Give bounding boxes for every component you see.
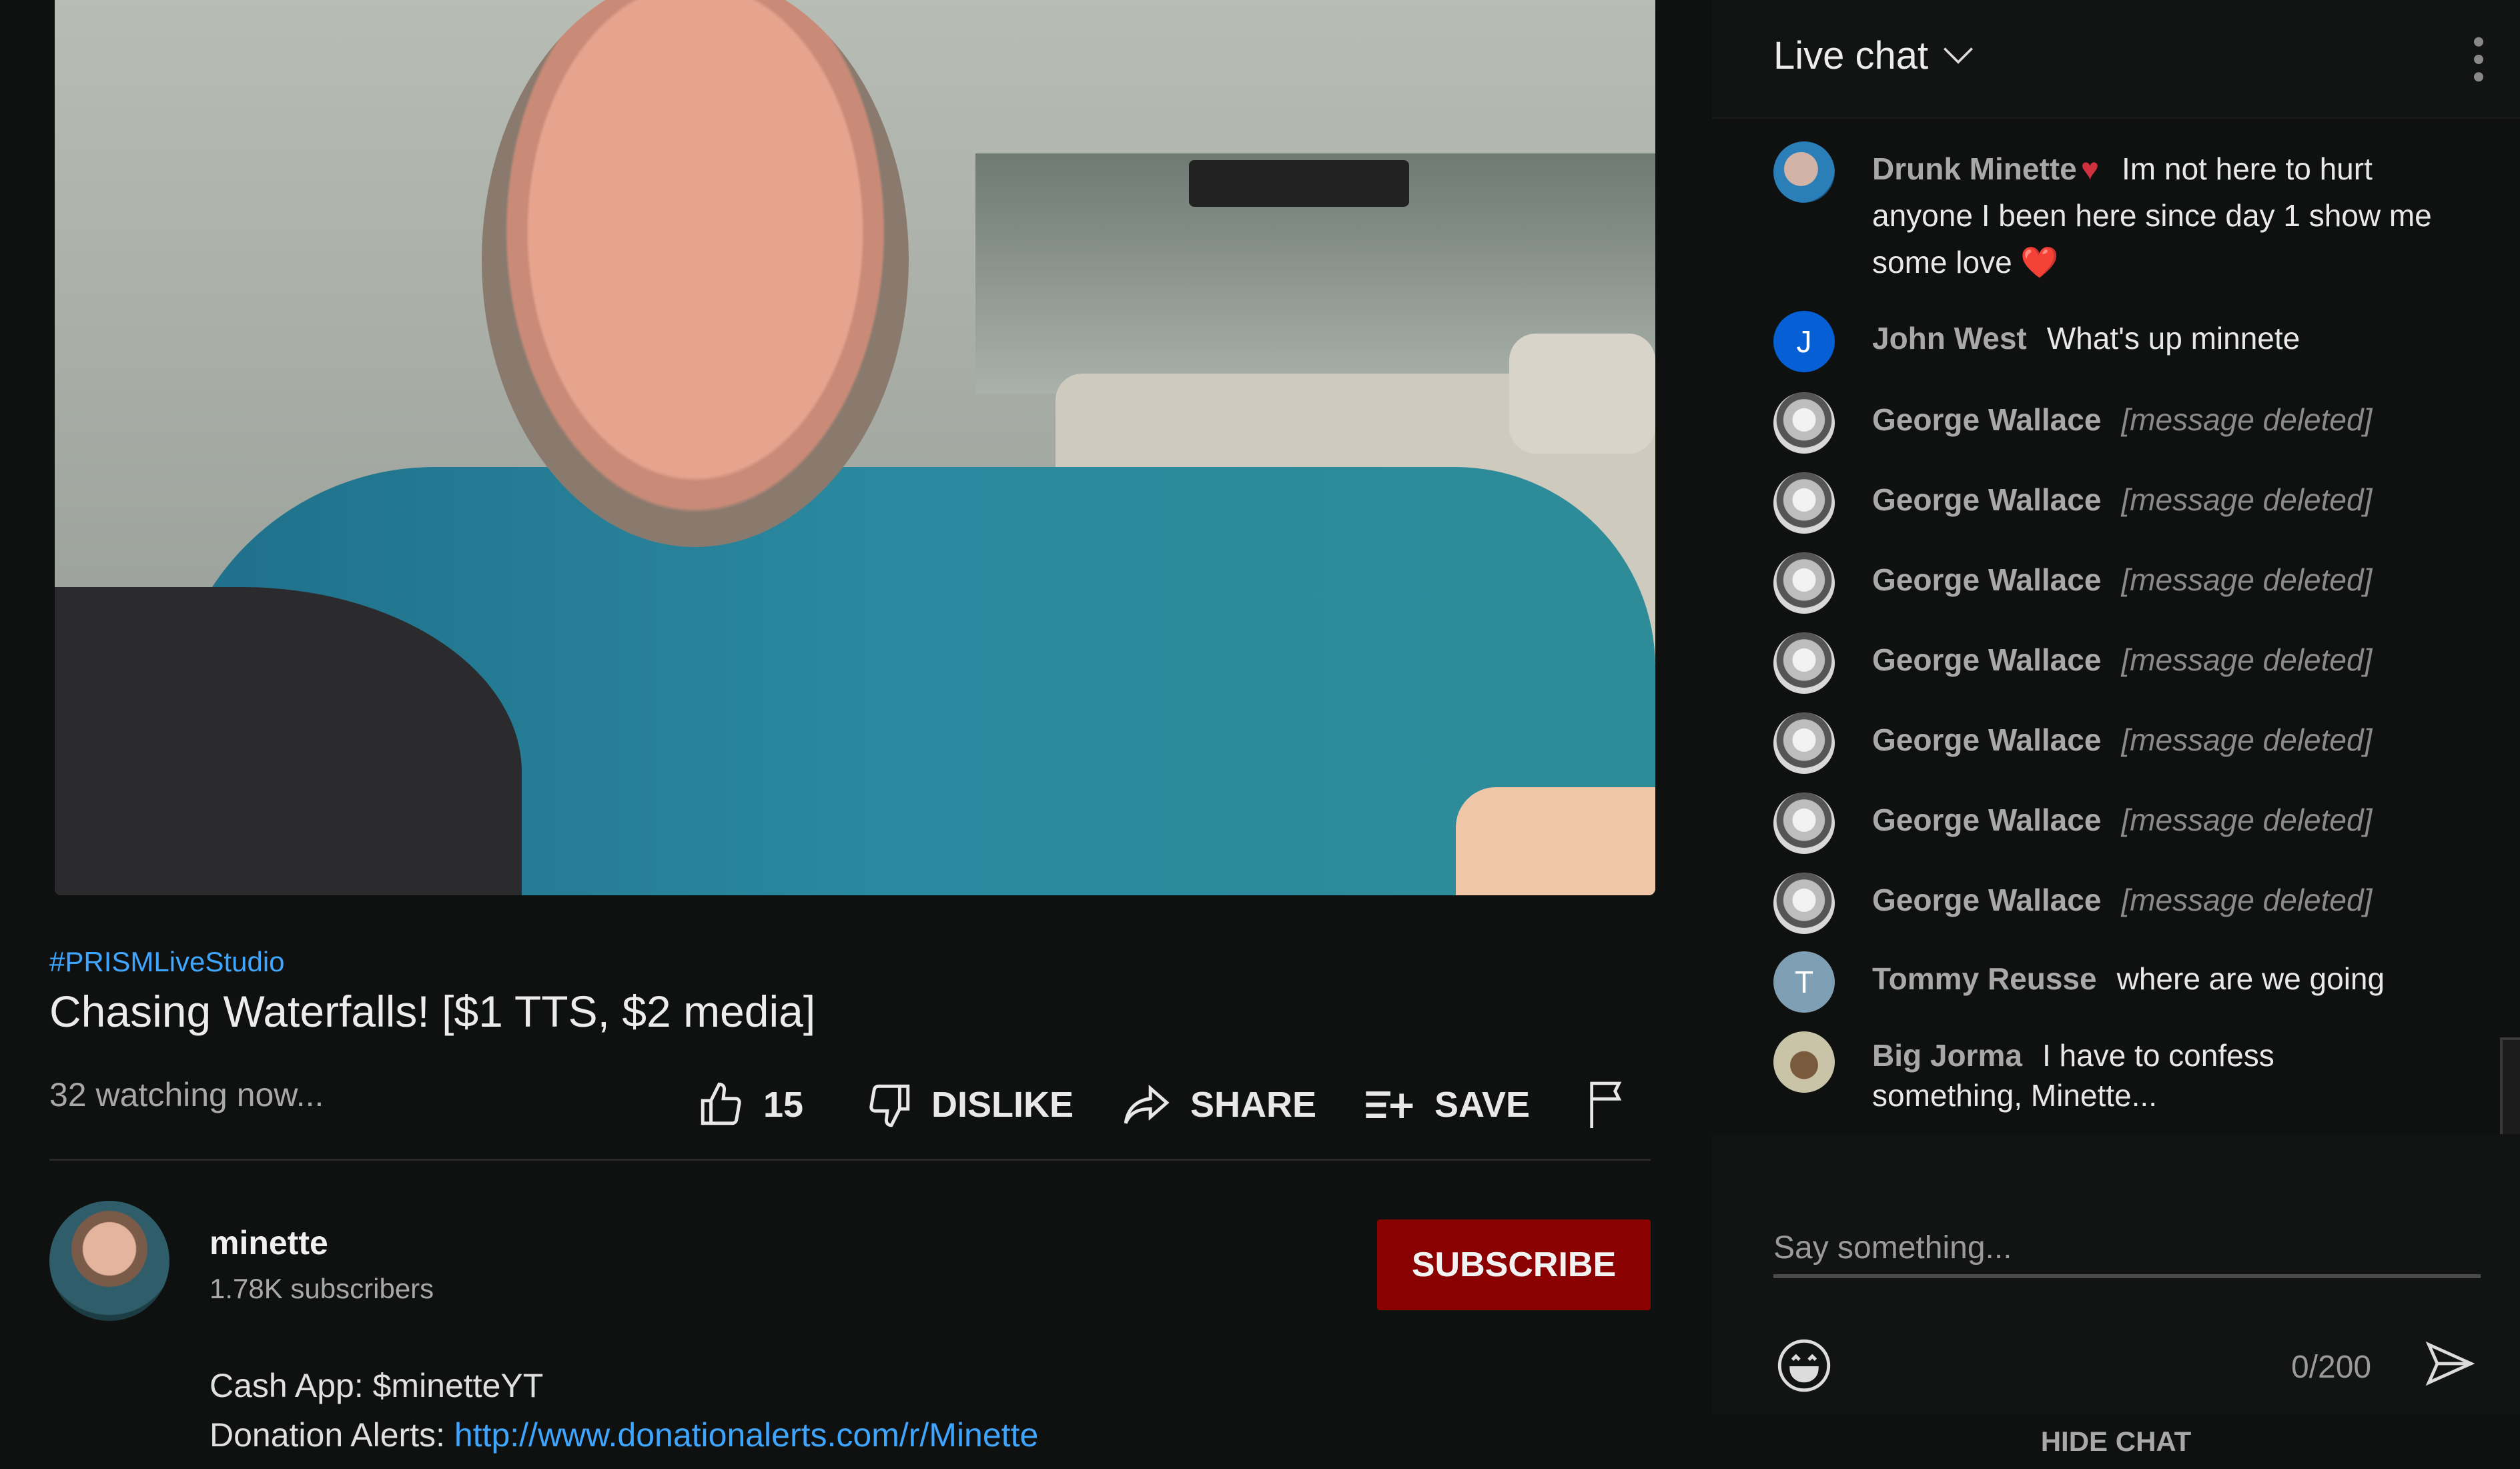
message-deleted: [message deleted] <box>2121 803 2373 837</box>
emoji-icon[interactable] <box>1776 1338 1832 1394</box>
author-name[interactable]: George Wallace <box>1872 482 2101 517</box>
section-divider <box>49 1159 1651 1161</box>
author-name[interactable]: George Wallace <box>1872 803 2101 837</box>
author-avatar[interactable] <box>1773 712 1835 774</box>
video-title: Chasing Waterfalls! [$1 TTS, $2 media] <box>49 987 816 1036</box>
chat-message: George Wallace [message deleted] <box>1773 793 2467 854</box>
author-avatar[interactable]: T <box>1773 951 1835 1013</box>
chat-message: George Wallace [message deleted] <box>1773 873 2467 934</box>
share-button[interactable]: SHARE <box>1120 1077 1316 1132</box>
save-label: SAVE <box>1434 1085 1531 1125</box>
message-deleted: [message deleted] <box>2121 883 2373 917</box>
share-arrow-icon <box>1124 1084 1170 1124</box>
viewer-count: 32 watching now... <box>49 1076 324 1113</box>
like-button[interactable]: 15 <box>697 1077 803 1132</box>
avatar-letter: J <box>1796 324 1812 359</box>
thumbs-up-icon <box>701 1082 741 1125</box>
donation-link[interactable]: http://www.donationalerts.com/r/Minette <box>454 1416 1038 1454</box>
chat-message: Big Jorma I have to confess something, Mi… <box>1773 1031 2467 1115</box>
char-counter: 0/200 <box>2291 1350 2372 1385</box>
author-avatar[interactable] <box>1773 141 1835 203</box>
chat-title: Live chat <box>1773 34 1929 77</box>
flag-icon <box>1590 1081 1622 1128</box>
chat-message: J John West What's up minnete <box>1773 311 2467 372</box>
message-text: What's up minnete <box>2046 321 2300 356</box>
author-name[interactable]: Big Jorma <box>1872 1038 2022 1073</box>
member-heart-badge: ♥ <box>2080 151 2099 186</box>
video-frame-hand <box>1456 787 1655 895</box>
playlist-add-icon <box>1366 1091 1413 1118</box>
send-icon[interactable] <box>2423 1338 2477 1389</box>
channel-name[interactable]: minette <box>209 1223 328 1262</box>
chevron-down-icon <box>1944 47 1974 64</box>
report-button[interactable] <box>1584 1077 1631 1132</box>
more-vert-icon[interactable] <box>2472 36 2485 83</box>
chat-message: T Tommy Reusse where are we going <box>1773 951 2467 1013</box>
author-name[interactable]: George Wallace <box>1872 642 2101 677</box>
author-avatar[interactable] <box>1773 1031 1835 1093</box>
author-avatar[interactable] <box>1773 392 1835 454</box>
message-deleted: [message deleted] <box>2121 482 2373 517</box>
avatar-letter: T <box>1794 965 1814 999</box>
live-chat-panel: Live chat Drunk Minette ♥ Im not here to h… <box>1712 0 2520 1469</box>
author-name[interactable]: George Wallace <box>1872 722 2101 757</box>
chat-message: George Wallace [message deleted] <box>1773 632 2467 694</box>
hide-chat-button[interactable]: HIDE CHAT <box>1712 1414 2520 1469</box>
share-label: SHARE <box>1190 1085 1317 1125</box>
author-avatar[interactable] <box>1773 632 1835 694</box>
video-frame-rearview <box>1189 160 1409 207</box>
author-name[interactable]: George Wallace <box>1872 402 2101 437</box>
author-name[interactable]: John West <box>1872 321 2027 356</box>
author-avatar[interactable] <box>1773 793 1835 854</box>
save-button[interactable]: SAVE <box>1364 1077 1530 1132</box>
chat-message: George Wallace [message deleted] <box>1773 392 2467 454</box>
author-avatar[interactable] <box>1773 552 1835 614</box>
chat-message: George Wallace [message deleted] <box>1773 712 2467 774</box>
author-name[interactable]: George Wallace <box>1872 883 2101 917</box>
chat-mode-dropdown[interactable]: Live chat <box>1773 33 1974 78</box>
chat-input-area: 0/200 <box>1712 1134 2520 1414</box>
description-cashapp: Cash App: $minetteYT <box>209 1367 544 1404</box>
thumbs-down-icon <box>869 1084 910 1127</box>
author-name[interactable]: Tommy Reusse <box>1872 961 2097 996</box>
description-donation: Donation Alerts: http://www.donationaler… <box>209 1416 1038 1454</box>
chat-message: George Wallace [message deleted] <box>1773 552 2467 614</box>
chat-scrollbar[interactable] <box>2500 1037 2520 1139</box>
author-name[interactable]: George Wallace <box>1872 562 2101 597</box>
message-deleted: [message deleted] <box>2121 402 2373 437</box>
video-player[interactable] <box>55 0 1655 895</box>
chat-message: Drunk Minette ♥ Im not here to hurt anyone… <box>1773 141 2467 286</box>
author-avatar[interactable] <box>1773 472 1835 534</box>
hashtag-link[interactable]: #PRISMLiveStudio <box>49 946 285 978</box>
message-text: where are we going <box>2116 961 2385 996</box>
message-deleted: [message deleted] <box>2121 642 2373 677</box>
dislike-label: DISLIKE <box>931 1085 1074 1125</box>
video-frame-person-head <box>482 0 909 547</box>
author-avatar[interactable]: J <box>1773 311 1835 372</box>
like-count: 15 <box>763 1085 804 1125</box>
author-name[interactable]: Drunk Minette <box>1872 151 2077 186</box>
chat-message-input[interactable] <box>1773 1221 2481 1278</box>
subscriber-count: 1.78K subscribers <box>209 1273 434 1304</box>
subscribe-button[interactable]: SUBSCRIBE <box>1377 1219 1651 1310</box>
channel-avatar[interactable] <box>49 1201 169 1321</box>
video-frame-headrest <box>1509 334 1655 454</box>
chat-message: George Wallace [message deleted] <box>1773 472 2467 534</box>
donation-label: Donation Alerts: <box>209 1416 454 1454</box>
message-deleted: [message deleted] <box>2121 562 2373 597</box>
message-deleted: [message deleted] <box>2121 722 2373 757</box>
chat-header: Live chat <box>1712 0 2520 119</box>
dislike-button[interactable]: DISLIKE <box>865 1077 1074 1132</box>
author-avatar[interactable] <box>1773 873 1835 934</box>
